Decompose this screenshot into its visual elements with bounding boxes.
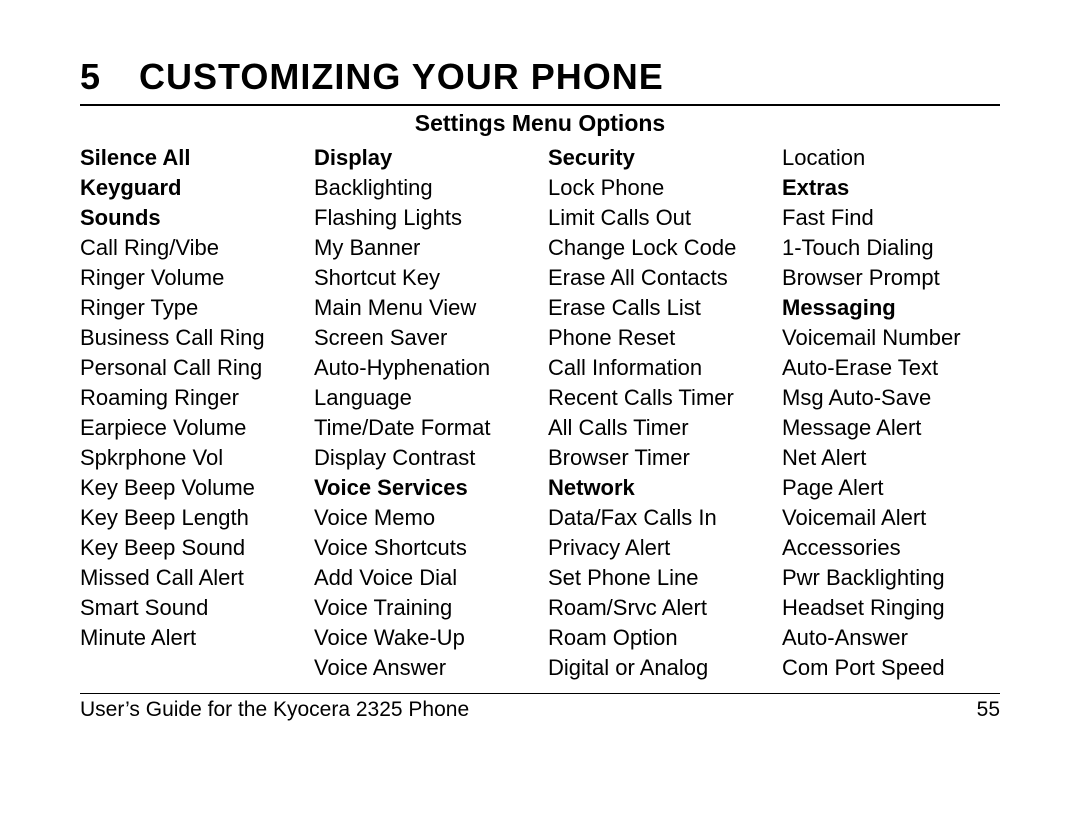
settings-category: Display xyxy=(314,143,532,173)
settings-item: Key Beep Sound xyxy=(80,533,298,563)
chapter-title: 5 CUSTOMIZING YOUR PHONE xyxy=(80,56,1000,98)
settings-item: Recent Calls Timer xyxy=(548,383,766,413)
settings-column: SecurityLock PhoneLimit Calls OutChange … xyxy=(548,143,766,683)
section-title: Settings Menu Options xyxy=(80,110,1000,137)
settings-item: Earpiece Volume xyxy=(80,413,298,443)
settings-item: Auto-Erase Text xyxy=(782,353,1000,383)
settings-item: Auto-Hyphenation xyxy=(314,353,532,383)
settings-item: Ringer Type xyxy=(80,293,298,323)
settings-category: Security xyxy=(548,143,766,173)
settings-columns: Silence AllKeyguardSoundsCall Ring/VibeR… xyxy=(80,143,1000,683)
settings-category: Silence All xyxy=(80,143,298,173)
settings-item: Page Alert xyxy=(782,473,1000,503)
settings-item: Voice Memo xyxy=(314,503,532,533)
settings-item: Personal Call Ring xyxy=(80,353,298,383)
page-footer: User’s Guide for the Kyocera 2325 Phone … xyxy=(80,696,1000,722)
settings-item: Ringer Volume xyxy=(80,263,298,293)
settings-item: Change Lock Code xyxy=(548,233,766,263)
settings-item: Data/Fax Calls In xyxy=(548,503,766,533)
settings-item: Main Menu View xyxy=(314,293,532,323)
settings-item: Smart Sound xyxy=(80,593,298,623)
settings-category: Network xyxy=(548,473,766,503)
settings-item: Roam Option xyxy=(548,623,766,653)
settings-item: Headset Ringing xyxy=(782,593,1000,623)
settings-item: Backlighting xyxy=(314,173,532,203)
settings-item: Browser Timer xyxy=(548,443,766,473)
settings-item: Call Information xyxy=(548,353,766,383)
settings-item: Set Phone Line xyxy=(548,563,766,593)
settings-item: Accessories xyxy=(782,533,1000,563)
bottom-rule xyxy=(80,693,1000,694)
settings-item: Roaming Ringer xyxy=(80,383,298,413)
settings-item: Com Port Speed xyxy=(782,653,1000,683)
settings-item: Voice Training xyxy=(314,593,532,623)
settings-item: Lock Phone xyxy=(548,173,766,203)
settings-item: Auto-Answer xyxy=(782,623,1000,653)
footer-left: User’s Guide for the Kyocera 2325 Phone xyxy=(80,698,469,722)
settings-item: Key Beep Volume xyxy=(80,473,298,503)
settings-item: Voice Answer xyxy=(314,653,532,683)
settings-item: Missed Call Alert xyxy=(80,563,298,593)
settings-item: Limit Calls Out xyxy=(548,203,766,233)
settings-item: Add Voice Dial xyxy=(314,563,532,593)
settings-category: Sounds xyxy=(80,203,298,233)
settings-item: Voicemail Number xyxy=(782,323,1000,353)
settings-item: Language xyxy=(314,383,532,413)
settings-item: Roam/Srvc Alert xyxy=(548,593,766,623)
settings-item: Spkrphone Vol xyxy=(80,443,298,473)
settings-item: Time/Date Format xyxy=(314,413,532,443)
settings-item: Pwr Backlighting xyxy=(782,563,1000,593)
settings-item: Privacy Alert xyxy=(548,533,766,563)
settings-item: My Banner xyxy=(314,233,532,263)
settings-item: Browser Prompt xyxy=(782,263,1000,293)
settings-column: LocationExtrasFast Find1-Touch DialingBr… xyxy=(782,143,1000,683)
settings-category: Messaging xyxy=(782,293,1000,323)
settings-item: Key Beep Length xyxy=(80,503,298,533)
page: 5 CUSTOMIZING YOUR PHONE Settings Menu O… xyxy=(0,0,1080,834)
settings-item: All Calls Timer xyxy=(548,413,766,443)
settings-item: Voicemail Alert xyxy=(782,503,1000,533)
settings-item: Shortcut Key xyxy=(314,263,532,293)
settings-column: Silence AllKeyguardSoundsCall Ring/VibeR… xyxy=(80,143,298,683)
settings-category: Extras xyxy=(782,173,1000,203)
settings-item: Erase All Contacts xyxy=(548,263,766,293)
settings-item: 1-Touch Dialing xyxy=(782,233,1000,263)
footer-page-number: 55 xyxy=(977,698,1000,722)
settings-item: Voice Wake-Up xyxy=(314,623,532,653)
settings-item: Location xyxy=(782,143,1000,173)
settings-item: Call Ring/Vibe xyxy=(80,233,298,263)
settings-item: Minute Alert xyxy=(80,623,298,653)
settings-item: Erase Calls List xyxy=(548,293,766,323)
settings-item: Screen Saver xyxy=(314,323,532,353)
settings-item: Message Alert xyxy=(782,413,1000,443)
settings-category: Voice Services xyxy=(314,473,532,503)
top-rule xyxy=(80,104,1000,106)
chapter-title-text: CUSTOMIZING YOUR PHONE xyxy=(139,56,664,97)
settings-item: Phone Reset xyxy=(548,323,766,353)
settings-item: Fast Find xyxy=(782,203,1000,233)
settings-item: Business Call Ring xyxy=(80,323,298,353)
chapter-number: 5 xyxy=(80,56,128,98)
settings-column: DisplayBacklightingFlashing LightsMy Ban… xyxy=(314,143,532,683)
settings-item: Display Contrast xyxy=(314,443,532,473)
settings-item: Digital or Analog xyxy=(548,653,766,683)
settings-item: Msg Auto-Save xyxy=(782,383,1000,413)
settings-item: Flashing Lights xyxy=(314,203,532,233)
settings-item: Voice Shortcuts xyxy=(314,533,532,563)
settings-item: Net Alert xyxy=(782,443,1000,473)
settings-category: Keyguard xyxy=(80,173,298,203)
